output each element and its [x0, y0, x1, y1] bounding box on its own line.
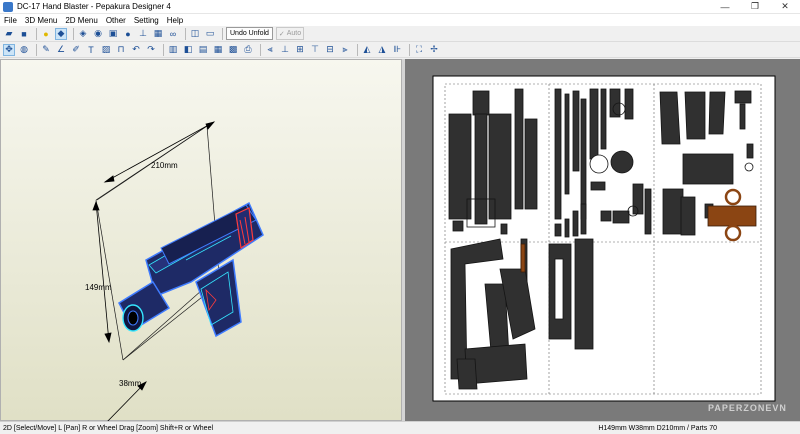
- angle-icon[interactable]: ∠: [55, 44, 67, 56]
- toolbar-separator: [163, 43, 164, 56]
- toolbar-separator: [73, 27, 74, 40]
- pages-icon[interactable]: ▩: [227, 44, 239, 56]
- ball-icon[interactable]: ●: [122, 28, 134, 40]
- toolbar-separator: [222, 27, 223, 40]
- watermark-logo: PAPERZONEVN: [708, 403, 787, 413]
- texture-icon[interactable]: ◆: [55, 27, 67, 40]
- axis-icon[interactable]: ⊥: [137, 28, 149, 40]
- align-middle-icon[interactable]: ⊟: [324, 44, 336, 56]
- cube-icon[interactable]: ▣: [107, 28, 119, 40]
- blaster-model: [118, 201, 264, 338]
- part-edit-icon[interactable]: ▥: [167, 44, 179, 56]
- status-model-info: H149mm W38mm D210mm / Parts 70: [598, 424, 717, 432]
- toolbar-separator: [36, 27, 37, 40]
- menu-other[interactable]: Other: [102, 16, 130, 25]
- dimension-height-label: 149mm: [85, 283, 112, 292]
- restore-button[interactable]: ❐: [740, 0, 770, 14]
- title-bar: DC-17 Hand Blaster - Pepakura Designer 4…: [0, 0, 800, 14]
- single-view-icon[interactable]: ▭: [204, 28, 216, 40]
- pattern-2d-view: [432, 75, 776, 402]
- align-center-icon[interactable]: ⊞: [294, 44, 306, 56]
- join-icon[interactable]: ◍: [18, 44, 30, 56]
- minimize-button[interactable]: —: [710, 0, 740, 14]
- distribute-icon[interactable]: ⊪: [391, 44, 403, 56]
- image-icon[interactable]: ▨: [100, 44, 112, 56]
- toolbar-edit: ✥ ◍ ✎ ∠ ✐ T ▨ ⊓ ↶ ↷ ▥ ◧ ▤ ▦ ▩ ⎙ ⫷ ⊥ ⊞ ⊤ …: [0, 42, 800, 58]
- app-icon: [3, 1, 13, 12]
- split-view-icon[interactable]: ◫: [189, 28, 201, 40]
- menu-setting[interactable]: Setting: [130, 16, 163, 25]
- mirror-icon[interactable]: ◮: [376, 44, 388, 56]
- toolbar-separator: [36, 43, 37, 56]
- align-top-icon[interactable]: ⊤: [309, 44, 321, 56]
- align-right-icon[interactable]: ⫸: [339, 44, 351, 56]
- window-title: DC-17 Hand Blaster - Pepakura Designer 4: [17, 2, 171, 11]
- light-bulb-icon[interactable]: ●: [40, 28, 52, 40]
- view-3d-panel[interactable]: 210mm 149mm 38mm: [0, 59, 402, 426]
- status-bar: 2D [Select/Move] L [Pan] R or Wheel Drag…: [0, 421, 800, 434]
- grid-icon[interactable]: ▦: [152, 28, 164, 40]
- flap-icon[interactable]: ⊓: [115, 44, 127, 56]
- close-button[interactable]: ✕: [770, 0, 800, 14]
- menu-help[interactable]: Help: [163, 16, 187, 25]
- redo-icon[interactable]: ↷: [145, 44, 157, 56]
- open-folder-icon[interactable]: ▰: [3, 28, 15, 40]
- text-icon[interactable]: T: [85, 44, 97, 56]
- layout-icon[interactable]: ▤: [197, 44, 209, 56]
- zoom-fit-icon[interactable]: ⛶: [413, 44, 425, 56]
- model-3d-view: 210mm 149mm 38mm: [85, 121, 264, 426]
- move-all-icon[interactable]: ✢: [428, 44, 440, 56]
- undo-unfold-button[interactable]: Undo Unfold: [226, 27, 273, 40]
- fold-icon[interactable]: ◧: [182, 44, 194, 56]
- dimension-depth-label: 38mm: [119, 379, 142, 388]
- align-left-icon[interactable]: ⫷: [264, 44, 276, 56]
- table-icon[interactable]: ▦: [212, 44, 224, 56]
- auto-checkbox[interactable]: ✓ Auto: [275, 27, 305, 40]
- menu-bar: File 3D Menu 2D Menu Other Setting Help: [0, 14, 800, 26]
- pen-icon[interactable]: ✎: [40, 44, 52, 56]
- rotate-icon[interactable]: ◈: [77, 28, 89, 40]
- menu-file[interactable]: File: [0, 16, 21, 25]
- edit-icon[interactable]: ✐: [70, 44, 82, 56]
- print-icon[interactable]: ⎙: [242, 44, 254, 56]
- select-move-icon[interactable]: ✥: [3, 43, 15, 56]
- menu-3d[interactable]: 3D Menu: [21, 16, 61, 25]
- dimension-width-label: 210mm: [151, 161, 178, 170]
- toolbar-separator: [260, 43, 261, 56]
- toolbar-separator: [409, 43, 410, 56]
- link-icon[interactable]: ∞: [167, 28, 179, 40]
- view-2d-panel[interactable]: [405, 59, 800, 421]
- status-hint: 2D [Select/Move] L [Pan] R or Wheel Drag…: [3, 424, 214, 432]
- toolbar-separator: [357, 43, 358, 56]
- undo-icon[interactable]: ↶: [130, 44, 142, 56]
- align-bottom-icon[interactable]: ⊥: [279, 44, 291, 56]
- toolbar-main: ▰ ■ ● ◆ ◈ ◉ ▣ ● ⊥ ▦ ∞ ◫ ▭ Undo Unfold ✓ …: [0, 26, 800, 42]
- flip-icon[interactable]: ◭: [361, 44, 373, 56]
- toolbar-separator: [185, 27, 186, 40]
- save-icon[interactable]: ■: [18, 28, 30, 40]
- shade-icon[interactable]: ◉: [92, 28, 104, 40]
- menu-2d[interactable]: 2D Menu: [61, 16, 101, 25]
- auto-label: Auto: [286, 30, 302, 37]
